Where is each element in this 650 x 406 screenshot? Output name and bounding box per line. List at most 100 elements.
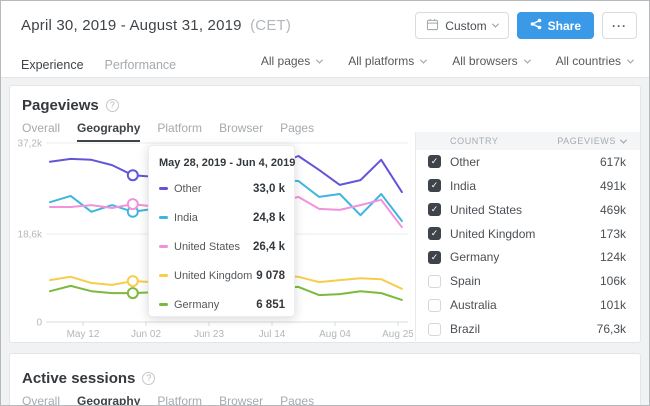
table-row: ✓ United Kingdom 173k (416, 222, 640, 246)
country-checkbox[interactable]: ✓ (428, 323, 441, 336)
tooltip-row: United States 26,4 k (159, 232, 285, 261)
active-sessions-tab-geography[interactable]: Geography (77, 394, 140, 405)
main-tabs: ExperiencePerformance (19, 50, 195, 77)
country-checkbox[interactable]: ✓ (428, 275, 441, 288)
series-color-dash-icon (159, 245, 168, 248)
country-name: Germany (450, 250, 499, 264)
table-row: ✓Brazil76,3k (416, 317, 640, 341)
help-icon[interactable]: ? (142, 372, 155, 385)
top-bar: April 30, 2019 - August 31, 2019 (CET) C… (1, 1, 649, 50)
country-table: COUNTRY PAGEVIEWS ✓ Other 617k ✓ India 491k ✓ U… (415, 132, 640, 341)
active-sessions-header: Active sessions ? (10, 354, 640, 387)
filter-all-countries[interactable]: All countries (556, 54, 633, 68)
active-sessions-card: Active sessions ? Overall Geography Platfo… (9, 353, 641, 405)
country-checkbox[interactable]: ✓ (428, 203, 441, 216)
custom-date-label: Custom (445, 19, 486, 33)
date-range-title: April 30, 2019 - August 31, 2019 (CET) (21, 17, 291, 34)
active-sessions-tab-pages[interactable]: Pages (280, 394, 314, 405)
country-pageviews: 124k (600, 250, 626, 264)
series-color-dash-icon (159, 274, 168, 277)
country-pageviews: 76,3k (597, 322, 626, 336)
series-color-dash-icon (159, 187, 168, 190)
country-checkbox[interactable]: ✓ (428, 179, 441, 192)
tooltip-series-label: United States (174, 241, 240, 253)
country-checkbox[interactable]: ✓ (428, 299, 441, 312)
table-row: ✓ Germany 124k (416, 246, 640, 270)
pageviews-title: Pageviews (22, 97, 99, 114)
analytics-window: April 30, 2019 - August 31, 2019 (CET) C… (0, 0, 650, 406)
country-checkbox[interactable]: ✓ (428, 251, 441, 264)
tooltip-row: Other 33,0 k (159, 174, 285, 203)
page-body: Pageviews ? Overall Geography Platform Brow… (1, 78, 649, 405)
filter-bar: ExperiencePerformance All pages All platf… (1, 50, 649, 78)
country-pageviews: 491k (600, 179, 626, 193)
country-pageviews: 617k (600, 155, 626, 169)
svg-text:18,6k: 18,6k (18, 230, 43, 241)
svg-text:Jun 23: Jun 23 (194, 329, 224, 340)
country-name: India (450, 179, 476, 193)
country-checkbox[interactable]: ✓ (428, 227, 441, 240)
filter-all-browsers[interactable]: All browsers (452, 54, 529, 68)
svg-text:Jul 14: Jul 14 (259, 329, 286, 340)
sort-descending-icon (620, 136, 627, 143)
table-rows: ✓ Other 617k ✓ India 491k ✓ United States 469k ✓ U… (416, 150, 640, 341)
country-name: United Kingdom (450, 227, 535, 241)
filter-all-pages[interactable]: All pages (261, 54, 322, 68)
svg-text:Aug 04: Aug 04 (319, 329, 351, 340)
tooltip-title: May 28, 2019 - Jun 4, 2019 (159, 157, 285, 169)
tooltip-series-label: India (174, 212, 198, 224)
column-country: COUNTRY (450, 136, 499, 146)
main-tab-performance[interactable]: Performance (103, 56, 179, 80)
country-pageviews: 101k (600, 298, 626, 312)
svg-text:37,2k: 37,2k (18, 139, 43, 150)
topbar-actions: Custom Share ··· (415, 12, 637, 39)
tooltip-series-value: 6 851 (256, 299, 285, 311)
pageviews-header: Pageviews ? (10, 86, 640, 114)
active-sessions-title: Active sessions (22, 370, 135, 387)
country-pageviews: 469k (600, 203, 626, 217)
date-range-text: April 30, 2019 - August 31, 2019 (21, 17, 242, 34)
country-checkbox[interactable]: ✓ (428, 155, 441, 168)
table-row: ✓ Australia 101k (416, 293, 640, 317)
chevron-down-icon (316, 56, 323, 63)
country-name: United States (450, 203, 522, 217)
country-name: Australia (450, 298, 497, 312)
filter-all-platforms[interactable]: All platforms (348, 54, 426, 68)
share-button[interactable]: Share (517, 12, 594, 39)
country-name: Other (450, 155, 480, 169)
tooltip-row: United Kingdom9 078 (159, 261, 285, 290)
tooltip-series-value: 33,0 k (253, 183, 285, 195)
tooltip-series-value: 24,8 k (253, 212, 285, 224)
column-pageviews-sort[interactable]: PAGEVIEWS (557, 136, 626, 146)
country-pageviews: 173k (600, 227, 626, 241)
tooltip-row: India 24,8 k (159, 203, 285, 232)
tooltip-series-value: 26,4 k (253, 241, 285, 253)
chevron-down-icon (524, 56, 531, 63)
filter-group: All pages All platforms All browsers All co… (261, 50, 633, 68)
tooltip-series-label: Other (174, 183, 202, 195)
tooltip-series-label: Germany (174, 299, 219, 311)
active-sessions-tab-overall[interactable]: Overall (22, 394, 60, 405)
table-row: ✓ United States 469k (416, 198, 640, 222)
active-sessions-tab-browser[interactable]: Browser (219, 394, 263, 405)
ellipsis-icon: ··· (612, 19, 627, 33)
table-row: ✓Spain106k (416, 269, 640, 293)
share-label: Share (548, 19, 581, 33)
chevron-down-icon (492, 21, 499, 28)
svg-text:May 12: May 12 (67, 329, 100, 340)
more-options-button[interactable]: ··· (602, 12, 637, 39)
table-row: ✓ Other 617k (416, 150, 640, 174)
pageviews-content: 37,2k18,6k0May 12Jun 02Jun 23Jul 14Aug 0… (10, 132, 640, 341)
tooltip-rows: Other 33,0 k India 24,8 k United States 26,4 … (159, 174, 285, 319)
help-icon[interactable]: ? (106, 99, 119, 112)
active-sessions-tabs: Overall Geography Platform Browser Pages (10, 394, 640, 405)
series-color-dash-icon (159, 216, 168, 219)
custom-date-button[interactable]: Custom (415, 12, 508, 39)
active-sessions-tab-platform[interactable]: Platform (157, 394, 202, 405)
table-header: COUNTRY PAGEVIEWS (416, 132, 640, 150)
svg-text:Jun 02: Jun 02 (131, 329, 161, 340)
tooltip-series-value: 9 078 (256, 270, 285, 282)
tooltip-row: Germany 6 851 (159, 290, 285, 319)
chart-tooltip: May 28, 2019 - Jun 4, 2019 Other 33,0 k In… (148, 145, 295, 317)
pageviews-card: Pageviews ? OverallGeographyPlatformBrow… (9, 85, 641, 343)
